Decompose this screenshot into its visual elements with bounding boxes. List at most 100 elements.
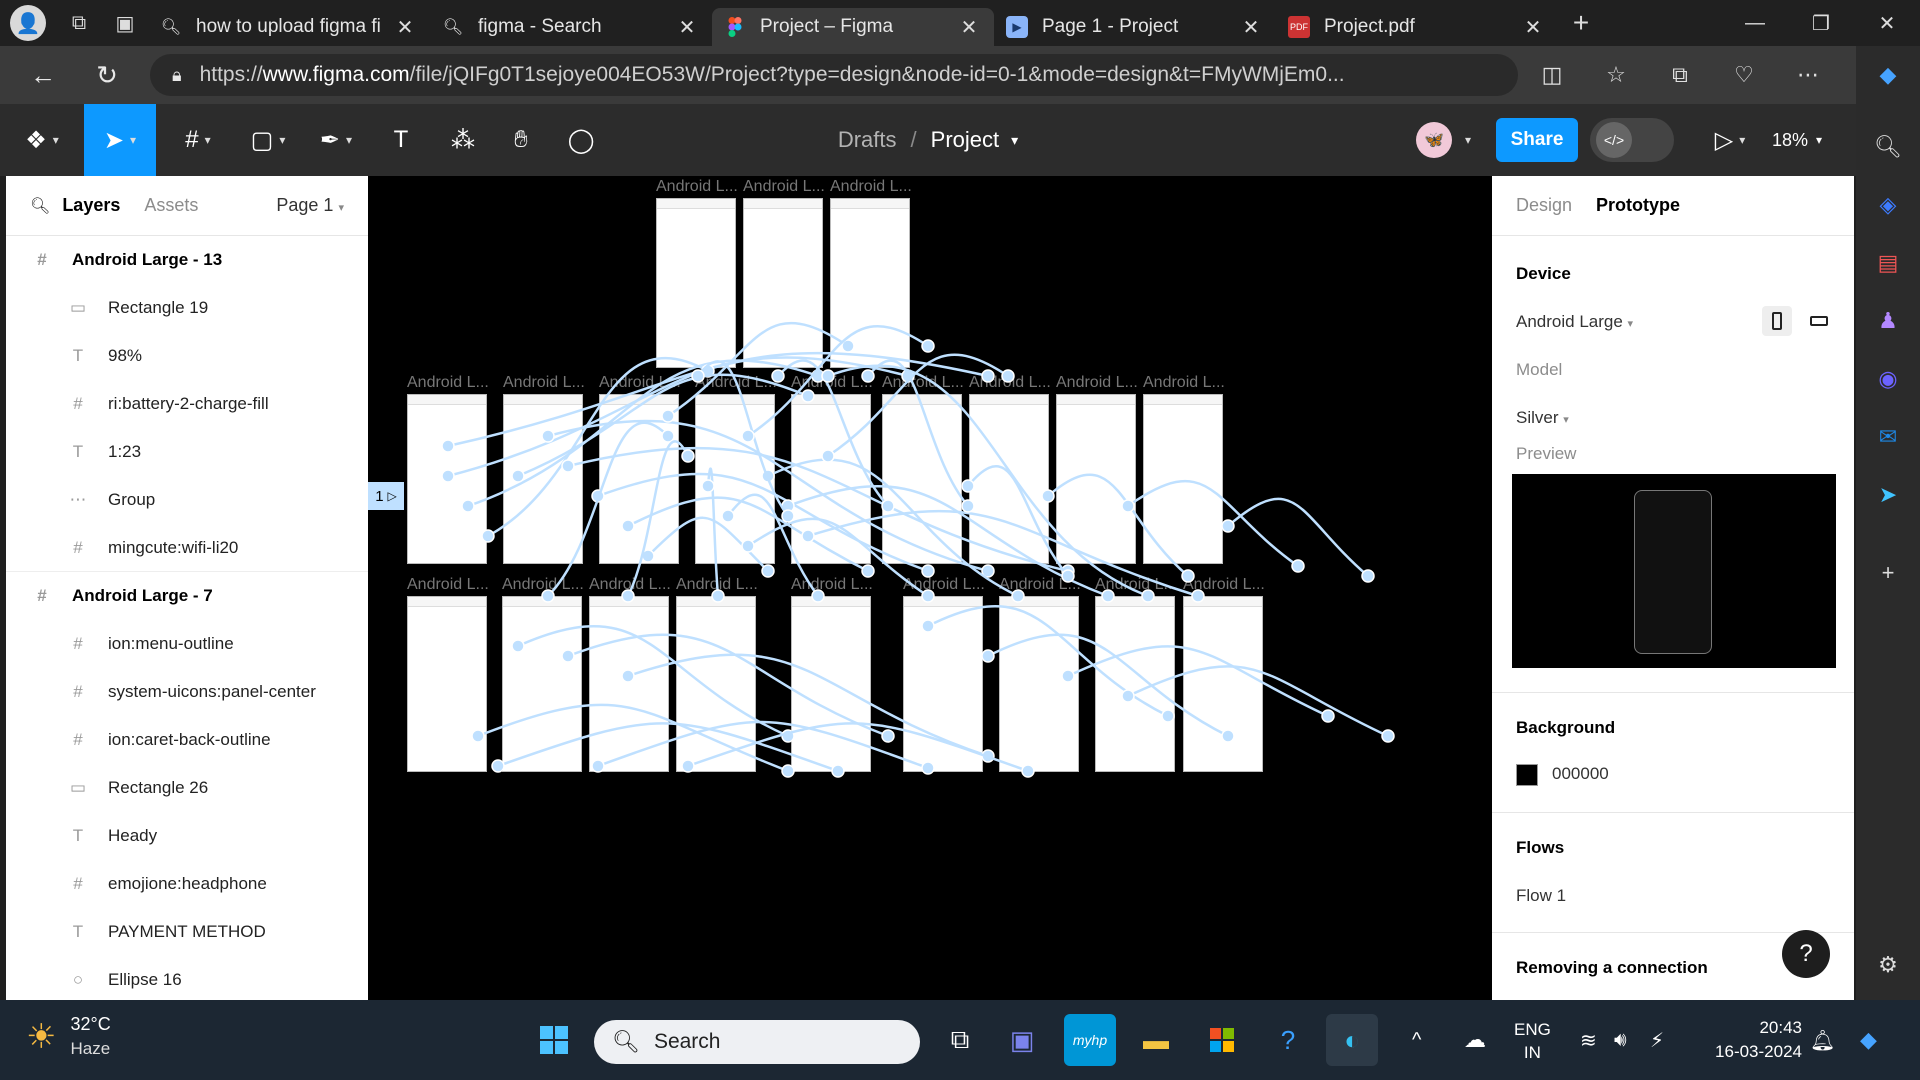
search-icon[interactable]: 🔍︎ <box>30 196 50 216</box>
connection-line[interactable] <box>626 440 690 597</box>
tab-figma-search[interactable]: 🔍︎ figma - Search ✕ <box>430 8 712 46</box>
connection-handle[interactable] <box>781 509 795 523</box>
text-tool-button[interactable]: T <box>378 104 424 176</box>
connection-handle[interactable] <box>921 619 935 633</box>
connection-handle[interactable] <box>621 589 635 603</box>
connection-handle[interactable] <box>961 499 975 513</box>
connection-handle[interactable] <box>1191 589 1205 603</box>
layer-row[interactable]: # mingcute:wifi-li20 <box>6 524 368 572</box>
file-name[interactable]: Project <box>931 127 999 153</box>
connection-handle[interactable] <box>541 589 555 603</box>
layer-row[interactable]: # Android Large - 7 <box>6 572 368 620</box>
wifi-icon[interactable]: ≋ <box>1580 1000 1597 1080</box>
connection-line[interactable] <box>627 653 989 758</box>
url-field[interactable]: 🔒︎ https://www.figma.com/file/jQIFg0T1se… <box>150 54 1518 96</box>
flow-start-tag[interactable]: 1 ▷ <box>368 482 404 510</box>
connection-handle[interactable] <box>1061 669 1075 683</box>
tab-design[interactable]: Design <box>1516 195 1572 216</box>
connection-handle[interactable] <box>461 499 475 513</box>
shopping-icon[interactable]: ◈ <box>1856 176 1920 234</box>
connection-line[interactable] <box>1067 645 1329 718</box>
connection-handle[interactable] <box>781 764 795 778</box>
layer-row[interactable]: ⋯ Group <box>6 476 368 524</box>
new-tab-button[interactable]: + <box>1558 0 1604 46</box>
move-tool-button[interactable]: ➤ ▾ <box>84 104 156 176</box>
model-select[interactable]: Silver ▾ <box>1516 408 1569 427</box>
task-view-icon[interactable]: ⧉ <box>934 1014 986 1066</box>
connection-line[interactable] <box>827 353 1009 458</box>
connection-handle[interactable] <box>771 369 785 383</box>
add-sidebar-item-icon[interactable]: + <box>1856 544 1920 602</box>
connection-handle[interactable] <box>721 509 735 523</box>
connection-handle[interactable] <box>821 449 835 463</box>
tools-icon[interactable]: ▤ <box>1856 234 1920 292</box>
connection-line[interactable] <box>567 633 889 738</box>
workspaces-icon[interactable]: ⧉ <box>56 0 102 46</box>
connection-handle[interactable] <box>1141 589 1155 603</box>
layer-row[interactable]: # ion:caret-back-outline <box>6 716 368 764</box>
microsoft-365-icon[interactable]: ◉ <box>1856 350 1920 408</box>
connection-handle[interactable] <box>561 649 575 663</box>
present-button[interactable]: ▷ ▾ <box>1702 104 1758 176</box>
edge-icon[interactable]: ◐ <box>1326 1014 1378 1066</box>
connection-handle[interactable] <box>1061 569 1075 583</box>
flow-item[interactable]: Flow 1 <box>1516 886 1566 906</box>
connection-line[interactable] <box>1047 473 1189 577</box>
connection-handle[interactable] <box>801 529 815 543</box>
search-icon[interactable]: 🔍︎ <box>1856 118 1920 176</box>
connection-handle[interactable] <box>541 429 555 443</box>
layer-row[interactable]: ▭ Rectangle 26 <box>6 764 368 812</box>
copilot-taskbar-icon[interactable]: ◆ <box>1860 1000 1877 1080</box>
frame-tool-button[interactable]: # ▾ <box>168 104 228 176</box>
connection-handle[interactable] <box>821 369 835 383</box>
connection-handle[interactable] <box>661 429 675 443</box>
connection-line[interactable] <box>1127 665 1389 738</box>
connection-line[interactable] <box>547 419 989 573</box>
connection-handle[interactable] <box>921 339 935 353</box>
connection-handle[interactable] <box>1181 569 1195 583</box>
tab-project-pdf[interactable]: PDF Project.pdf ✕ <box>1276 8 1558 46</box>
layer-row[interactable]: ○ Ellipse 16 <box>6 956 368 1004</box>
connection-handle[interactable] <box>471 729 485 743</box>
tab-actions-icon[interactable]: ▣ <box>102 0 148 46</box>
connection-handle[interactable] <box>621 519 635 533</box>
drop-icon[interactable]: ➤ <box>1856 466 1920 524</box>
design-canvas[interactable]: Android L... Android L... Android L... Andr… <box>368 176 1492 1000</box>
layer-row[interactable]: T PAYMENT METHOD <box>6 908 368 956</box>
connection-handle[interactable] <box>811 589 825 603</box>
close-tab-icon[interactable]: ✕ <box>1238 15 1264 40</box>
connection-handle[interactable] <box>1161 709 1175 723</box>
connection-handle[interactable] <box>1011 589 1025 603</box>
layer-row[interactable]: T 98% <box>6 332 368 380</box>
connection-line[interactable] <box>1127 479 1299 568</box>
collections-icon[interactable]: ⧉ <box>1648 46 1712 104</box>
tab-how-to-upload[interactable]: 🔍︎ how to upload figma fi ✕ <box>148 8 430 46</box>
resources-button[interactable]: ⁂ <box>440 104 486 176</box>
myhp-icon[interactable]: myhp <box>1064 1014 1116 1066</box>
close-tab-icon[interactable]: ✕ <box>1520 15 1546 40</box>
connection-handle[interactable] <box>861 369 875 383</box>
connection-handle[interactable] <box>441 439 455 453</box>
refresh-button[interactable]: ↻ <box>76 46 138 104</box>
show-hidden-icons[interactable]: ^ <box>1412 1000 1421 1080</box>
chevron-down-icon[interactable]: ▾ <box>1011 132 1018 149</box>
clock[interactable]: 20:43 16-03-2024 <box>1696 1016 1802 1064</box>
connection-handle[interactable] <box>741 429 755 443</box>
connection-handle[interactable] <box>741 539 755 553</box>
connection-line[interactable] <box>687 722 1029 773</box>
split-screen-icon[interactable]: ◫ <box>1520 46 1584 104</box>
layer-row[interactable]: # ion:menu-outline <box>6 620 368 668</box>
connection-handle[interactable] <box>881 499 895 513</box>
connection-handle[interactable] <box>441 469 455 483</box>
connection-line[interactable] <box>777 359 889 507</box>
meet-icon[interactable]: ▣ <box>996 1014 1048 1066</box>
connection-handle[interactable] <box>921 589 935 603</box>
weather-widget[interactable]: ☀ 32°C Haze <box>26 1014 111 1059</box>
connection-handle[interactable] <box>921 761 935 775</box>
close-tab-icon[interactable]: ✕ <box>392 15 418 40</box>
restore-icon[interactable]: ❐ <box>1788 0 1854 46</box>
settings-icon[interactable]: ⚙ <box>1856 936 1920 994</box>
breadcrumb-drafts[interactable]: Drafts <box>838 127 897 153</box>
layer-row[interactable]: # Android Large - 13 <box>6 236 368 284</box>
connection-handle[interactable] <box>981 369 995 383</box>
